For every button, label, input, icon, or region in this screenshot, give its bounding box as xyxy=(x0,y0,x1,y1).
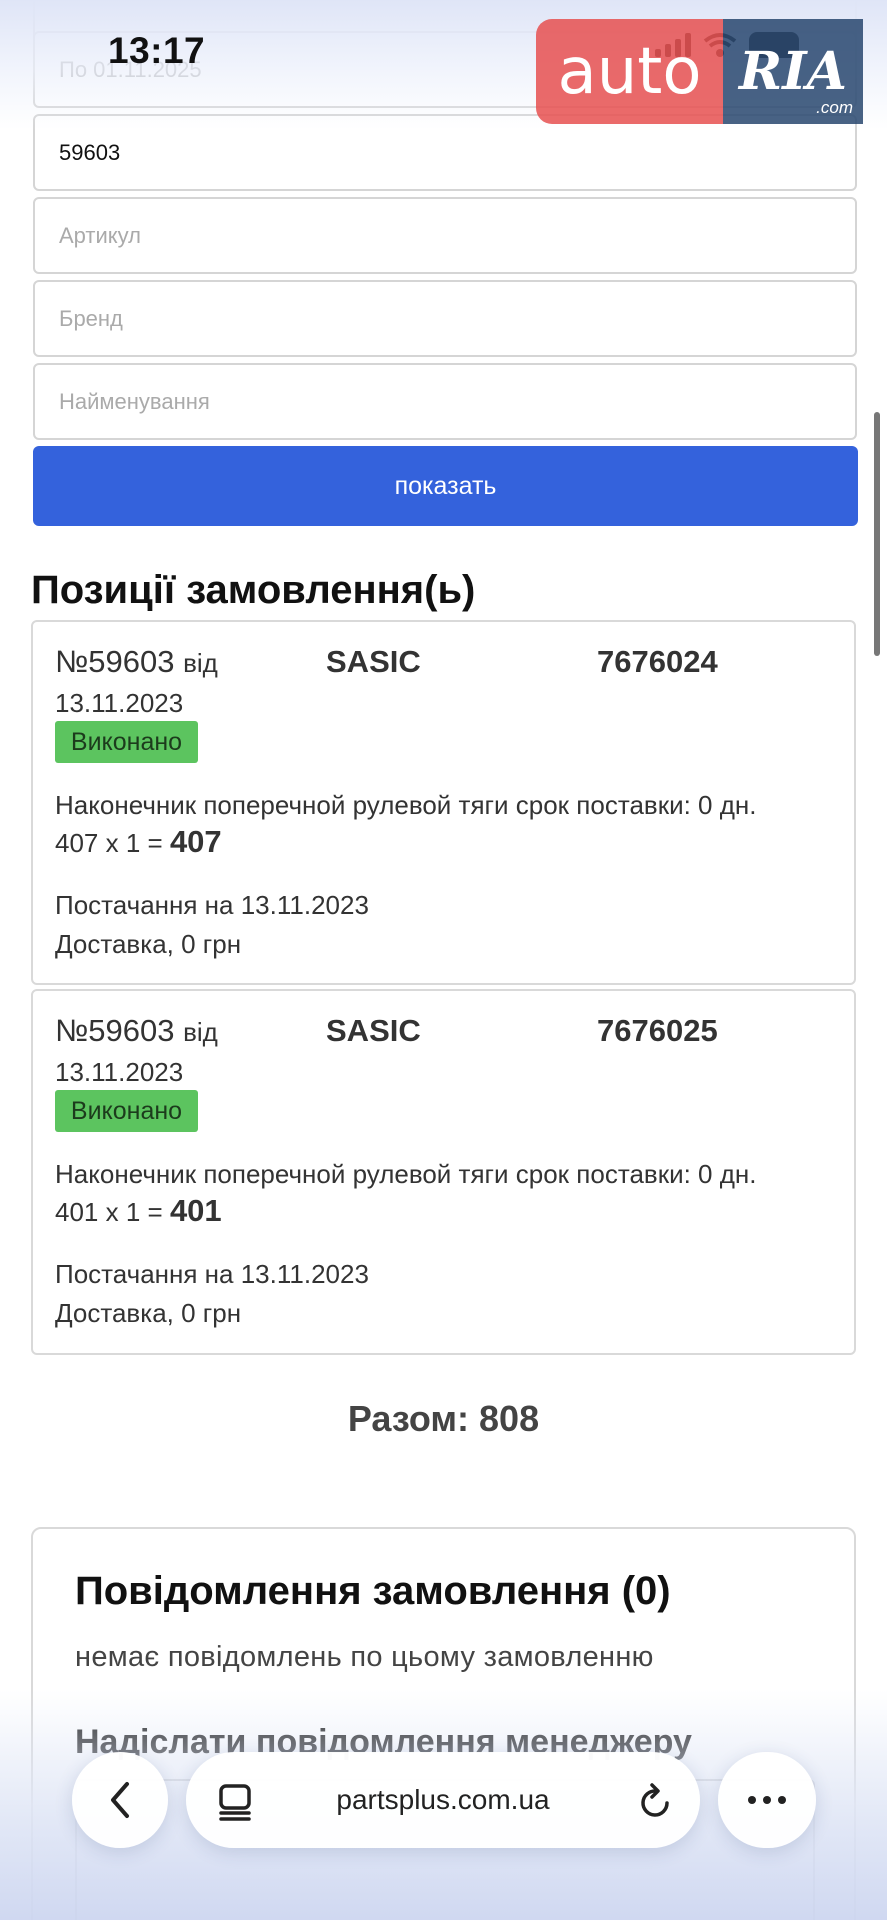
status-badge: Виконано xyxy=(55,721,198,763)
position-article: 7676024 xyxy=(597,644,718,679)
position-brand: SASIC xyxy=(326,644,421,679)
article-field[interactable]: Артикул xyxy=(33,197,857,274)
position-sum: 401 xyxy=(169,1193,222,1228)
position-brand: SASIC xyxy=(326,1013,421,1048)
url-text: partsplus.com.ua xyxy=(336,1784,550,1815)
logo-com-text: .com xyxy=(816,98,853,117)
article-placeholder: Артикул xyxy=(59,222,142,248)
order-date: 13.11.2023 xyxy=(55,1057,184,1087)
scrollbar[interactable] xyxy=(874,412,880,656)
brand-field[interactable]: Бренд xyxy=(33,280,857,357)
order-position-card: №59603 від 13.11.2023 SASIC 7676024 Вико… xyxy=(31,620,856,985)
brand-placeholder: Бренд xyxy=(59,305,123,331)
logo-ria-text: RIA xyxy=(739,41,847,102)
show-button[interactable]: показать xyxy=(33,446,858,526)
position-delivery: Доставка, 0 грн xyxy=(55,929,242,959)
more-icon xyxy=(748,1796,786,1804)
order-number: №59603 від xyxy=(55,1013,218,1048)
positions-title: Позиції замовлення(ь) xyxy=(31,568,476,612)
order-date: 13.11.2023 xyxy=(55,688,184,718)
name-placeholder: Найменування xyxy=(59,388,210,414)
position-calc: 401 x 1 = 401 xyxy=(55,1193,222,1228)
position-description: Наконечник поперечной рулевой тяги срок … xyxy=(55,1159,757,1189)
order-number: №59603 від xyxy=(55,644,218,679)
logo-ria: RIA .com xyxy=(723,19,863,124)
messages-title: Повідомлення замовлення (0) xyxy=(75,1569,671,1613)
logo-auto: auto xyxy=(536,19,723,124)
status-time: 13:17 xyxy=(108,30,206,71)
position-delivery: Доставка, 0 грн xyxy=(55,1298,242,1328)
position-description: Наконечник поперечной рулевой тяги срок … xyxy=(55,790,757,820)
watermark-logo: auto RIA .com xyxy=(536,19,863,124)
order-number-field[interactable]: 59603 xyxy=(33,114,857,191)
order-position-card: №59603 від 13.11.2023 SASIC 7676025 Вико… xyxy=(31,989,856,1355)
status-badge: Виконано xyxy=(55,1090,198,1132)
back-arrow-icon xyxy=(111,1782,129,1818)
messages-empty-text: немає повідомлень по цьому замовленню xyxy=(75,1641,654,1673)
order-total: Разом: 808 xyxy=(347,1398,540,1439)
address-bar[interactable]: partsplus.com.ua xyxy=(186,1752,700,1848)
order-number-value: 59603 xyxy=(59,139,121,165)
position-calc: 407 x 1 = 407 xyxy=(55,824,222,859)
messages-panel: Повідомлення замовлення (0) немає повідо… xyxy=(31,1527,856,1920)
position-sum: 407 xyxy=(169,824,222,859)
name-field[interactable]: Найменування xyxy=(33,363,857,440)
back-button[interactable] xyxy=(72,1752,168,1848)
more-button[interactable] xyxy=(718,1752,816,1848)
position-supply: Постачання на 13.11.2023 xyxy=(55,1259,369,1289)
position-supply: Постачання на 13.11.2023 xyxy=(55,890,369,920)
reload-icon[interactable] xyxy=(638,1780,674,1820)
position-article: 7676025 xyxy=(597,1013,718,1048)
